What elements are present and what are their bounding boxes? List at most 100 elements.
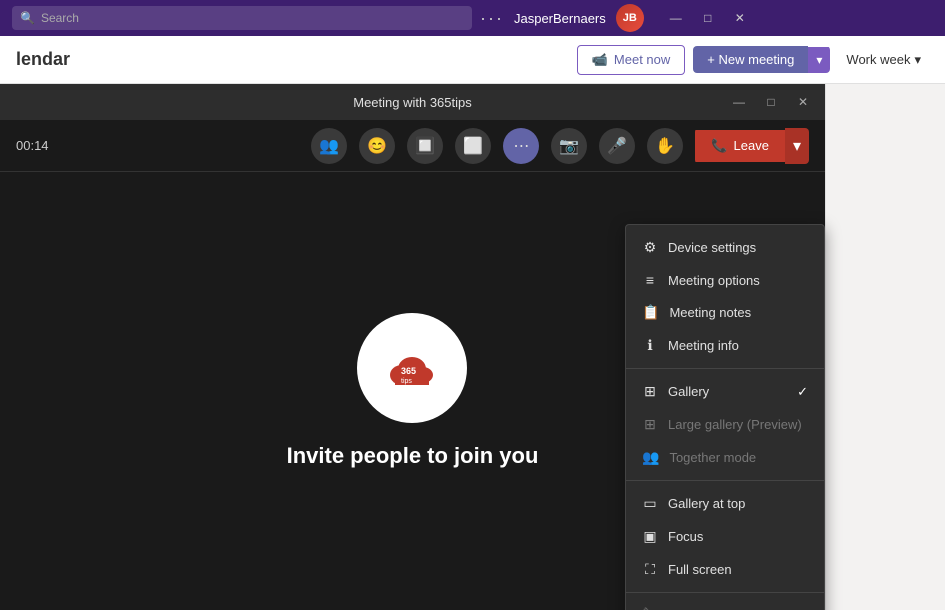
menu-item-device-settings[interactable]: ⚙ Device settings [626, 231, 824, 264]
invite-text: Invite people to join you [287, 443, 539, 469]
dropdown-menu: ⚙ Device settings ≡ Meeting options 📋 Me… [625, 224, 825, 610]
phone-icon: 📞 [711, 138, 727, 154]
menu-item-together-mode: 👥 Together mode [626, 441, 824, 474]
maximize-button[interactable]: □ [692, 0, 724, 36]
meeting-title: Meeting with 365tips [353, 95, 472, 110]
leave-dropdown-arrow[interactable]: ▾ [785, 128, 809, 164]
gallery-label: Gallery [668, 384, 709, 399]
focus-label: Focus [668, 529, 703, 544]
apps-icon: 🔲 [415, 136, 435, 156]
gear-icon: ⚙ [642, 239, 658, 256]
check-icon: ✓ [797, 384, 808, 400]
calendar-panel: Meeting with 365tips — □ ✕ 00:14 👥 😊 [0, 84, 945, 610]
focus-icon: ▣ [642, 528, 658, 545]
menu-divider-2 [626, 480, 824, 481]
participants-button[interactable]: 👥 [311, 128, 347, 164]
large-gallery-icon: ⊞ [642, 416, 658, 433]
calendar-title: lendar [16, 49, 70, 70]
more-icon: ⋯ [513, 136, 529, 156]
gallery-icon: ⊞ [642, 383, 658, 400]
gallery-top-icon: ▭ [642, 495, 658, 512]
together-mode-icon: 👥 [642, 449, 659, 466]
apps-button[interactable]: 🔲 [407, 128, 443, 164]
title-bar-controls: — □ ✕ [660, 0, 756, 36]
menu-divider-3 [626, 592, 824, 593]
reactions-icon: 😊 [367, 136, 387, 156]
logo-inner: 365 tips [387, 347, 437, 389]
menu-item-gallery[interactable]: ⊞ Gallery ✓ [626, 375, 824, 408]
menu-item-gallery-top[interactable]: ▭ Gallery at top [626, 487, 824, 520]
new-meeting-label: + New meeting [707, 52, 794, 67]
gallery-top-label: Gallery at top [668, 496, 745, 511]
meeting-maximize-button[interactable]: □ [757, 88, 785, 116]
invite-content: 365 tips Invite people to join you [287, 313, 539, 469]
meeting-notes-label: Meeting notes [669, 305, 751, 320]
title-bar-more[interactable]: ··· [480, 8, 504, 29]
options-icon: ≡ [642, 272, 658, 288]
microphone-icon: 🎤 [607, 136, 627, 156]
menu-item-meeting-info[interactable]: ℹ Meeting info [626, 329, 824, 362]
raise-hand-button[interactable]: ✋ [647, 128, 683, 164]
menu-item-large-gallery: ⊞ Large gallery (Preview) [626, 408, 824, 441]
work-week-label: Work week [846, 52, 910, 67]
large-gallery-label: Large gallery (Preview) [668, 417, 802, 432]
leave-label: Leave [734, 138, 769, 153]
meeting-close-button[interactable]: ✕ [789, 88, 817, 116]
video-camera-icon: 📷 [559, 136, 579, 156]
chevron-down-icon: ▾ [914, 52, 921, 68]
new-meeting-main[interactable]: + New meeting [693, 46, 808, 73]
more-button[interactable]: ⋯ [503, 128, 539, 164]
mute-button[interactable]: 🎤 [599, 128, 635, 164]
menu-item-focus[interactable]: ▣ Focus [626, 520, 824, 553]
meeting-minimize-button[interactable]: — [725, 88, 753, 116]
meeting-title-bar: Meeting with 365tips — □ ✕ [0, 84, 825, 120]
full-screen-icon: ⛶ [642, 561, 658, 578]
username-label: JasperBernaers [514, 11, 606, 26]
video-icon: 📹 [592, 52, 608, 68]
new-meeting-dropdown-arrow[interactable]: ▾ [808, 47, 830, 73]
svg-text:365: 365 [401, 366, 416, 376]
meeting-title-controls: — □ ✕ [725, 88, 817, 116]
video-button[interactable]: 📷 [551, 128, 587, 164]
info-icon: ℹ [642, 337, 658, 354]
meeting-time: 00:14 [16, 138, 49, 153]
menu-item-meeting-options[interactable]: ≡ Meeting options [626, 264, 824, 296]
work-week-button[interactable]: Work week ▾ [838, 48, 929, 72]
main-area: Meeting with 365tips — □ ✕ 00:14 👥 😊 [0, 84, 945, 610]
menu-item-meeting-notes[interactable]: 📋 Meeting notes [626, 296, 824, 329]
leave-main[interactable]: 📞 Leave [695, 130, 785, 162]
cloud-logo-svg: 365 tips [387, 347, 437, 389]
together-mode-label: Together mode [669, 450, 756, 465]
menu-divider-1 [626, 368, 824, 369]
device-settings-label: Device settings [668, 240, 756, 255]
new-meeting-button[interactable]: + New meeting ▾ [693, 46, 830, 73]
meeting-toolbar: 00:14 👥 😊 🔲 ⬜ ⋯ 📷 [0, 120, 825, 172]
search-input[interactable] [41, 11, 464, 25]
meet-now-button[interactable]: 📹 Meet now [577, 45, 686, 75]
share-icon: ⬜ [463, 136, 483, 156]
search-icon: 🔍 [20, 11, 35, 25]
reactions-button[interactable]: 😊 [359, 128, 395, 164]
leave-button[interactable]: 📞 Leave ▾ [695, 128, 809, 164]
title-bar: 🔍 ··· JasperBernaers JB — □ ✕ [0, 0, 945, 36]
share-button[interactable]: ⬜ [455, 128, 491, 164]
meet-now-label: Meet now [614, 52, 670, 67]
title-bar-right: ··· JasperBernaers JB [480, 4, 644, 32]
close-button[interactable]: ✕ [724, 0, 756, 36]
calendar-bar: lendar 📹 Meet now + New meeting ▾ Work w… [0, 36, 945, 84]
menu-item-call-me[interactable]: 📞 Call me [626, 599, 824, 610]
right-panel [825, 84, 945, 610]
avatar[interactable]: JB [616, 4, 644, 32]
raise-hand-icon: ✋ [655, 136, 675, 156]
meeting-options-label: Meeting options [668, 273, 760, 288]
meeting-window: Meeting with 365tips — □ ✕ 00:14 👥 😊 [0, 84, 825, 610]
participants-icon: 👥 [319, 136, 339, 156]
logo-circle: 365 tips [357, 313, 467, 423]
calendar-bar-right: 📹 Meet now + New meeting ▾ Work week ▾ [577, 45, 929, 75]
svg-text:tips: tips [401, 378, 412, 385]
search-bar[interactable]: 🔍 [12, 6, 472, 30]
minimize-button[interactable]: — [660, 0, 692, 36]
full-screen-label: Full screen [668, 562, 732, 577]
menu-item-full-screen[interactable]: ⛶ Full screen [626, 553, 824, 586]
notes-icon: 📋 [642, 304, 659, 321]
